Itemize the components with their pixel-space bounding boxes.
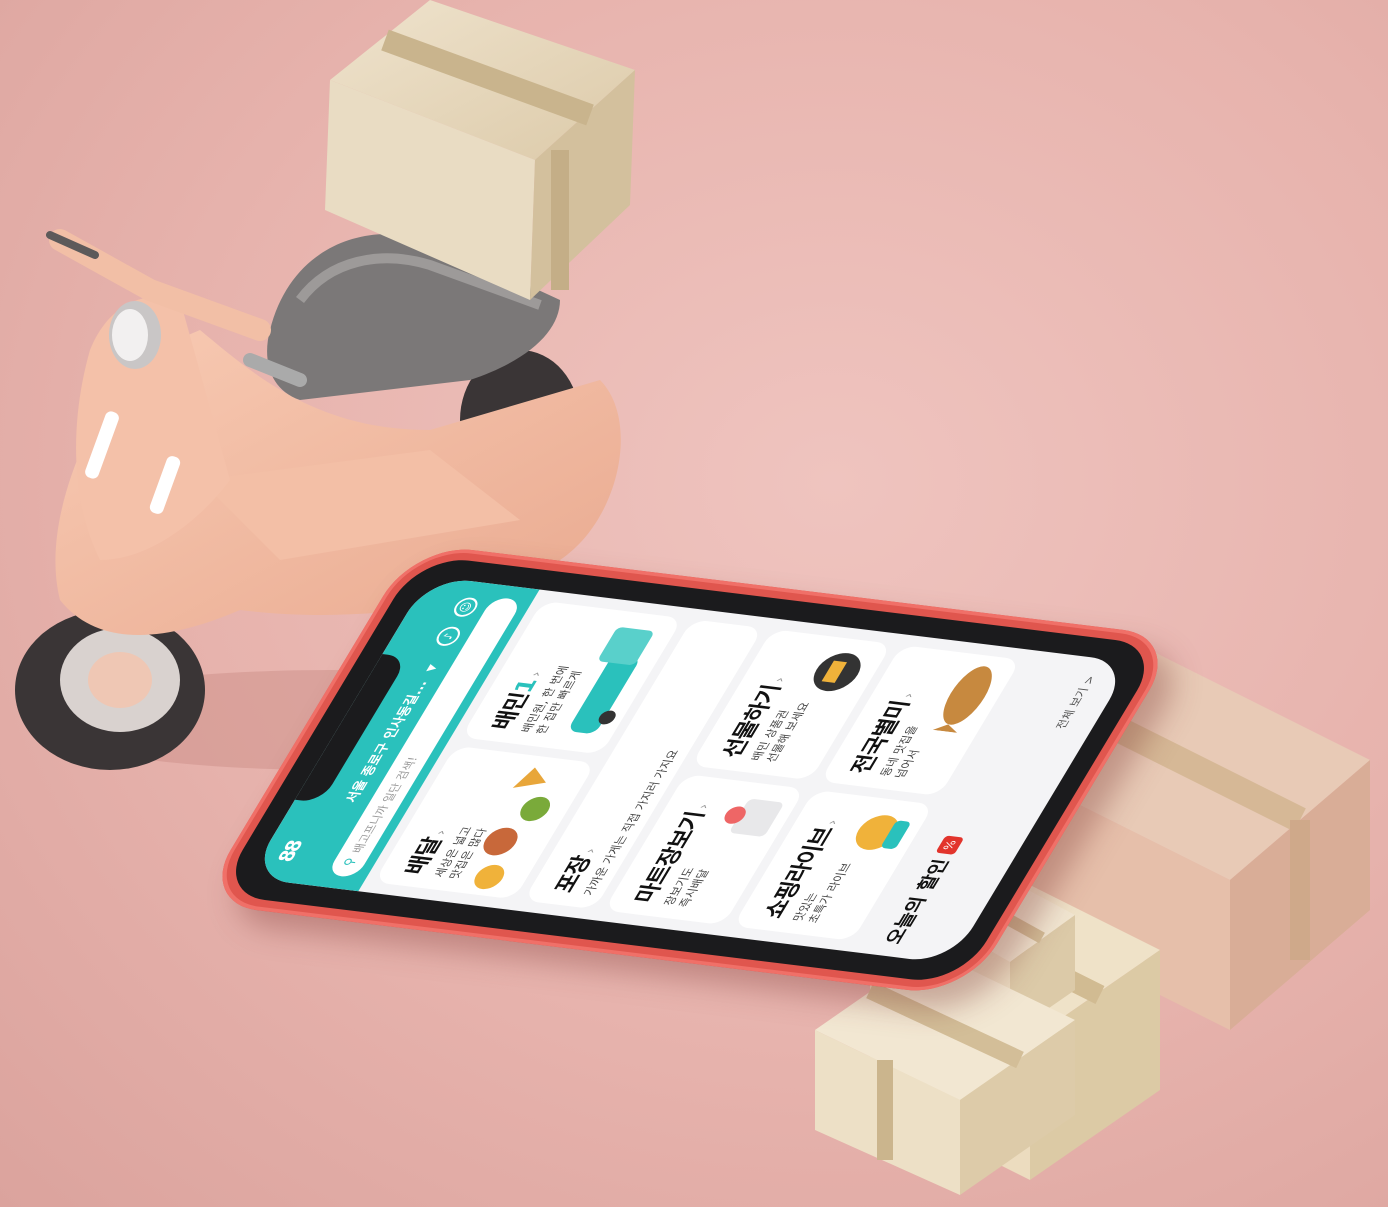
app-logo[interactable]: 88 (272, 840, 307, 863)
scene: 88 서울 종로구 인사동길... ▼ ♪ ☺ ⚲ 배고프니까 일단 검색! 배… (0, 0, 1388, 1207)
chevron-down-icon: ▼ (423, 663, 440, 673)
profile-icon[interactable]: ☺ (449, 596, 482, 618)
discount-icon: % (934, 835, 964, 855)
bell-icon[interactable]: ♪ (432, 625, 465, 648)
search-icon: ⚲ (340, 856, 360, 867)
app-screen: 88 서울 종로구 인사동길... ▼ ♪ ☺ ⚲ 배고프니까 일단 검색! 배… (248, 576, 1132, 964)
